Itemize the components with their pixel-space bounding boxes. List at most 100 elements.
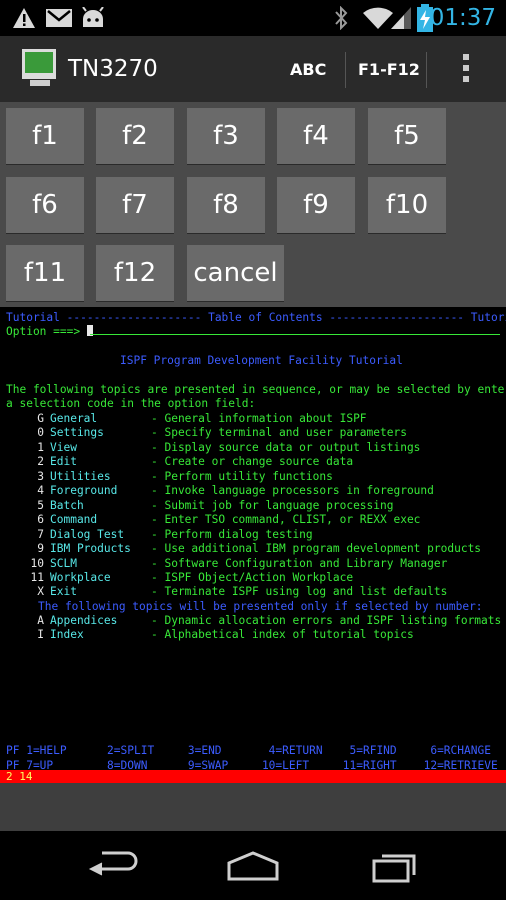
f11-key[interactable]: f11 bbox=[6, 245, 84, 301]
warning-icon bbox=[13, 8, 35, 28]
f1-key[interactable]: f1 bbox=[6, 108, 84, 164]
topic-code: I bbox=[37, 628, 44, 642]
option-label: Option ===> bbox=[6, 325, 81, 338]
topic-name: View bbox=[50, 440, 77, 454]
topic-name: Dialog Test bbox=[50, 527, 125, 541]
option-field[interactable]: Option ===> bbox=[6, 325, 93, 339]
gmail-icon bbox=[46, 9, 72, 27]
topic-code: G bbox=[37, 412, 44, 425]
extra-topic-row[interactable]: I Index - Alphabetical index of tutorial t… bbox=[6, 628, 414, 642]
topic-name: Utilities bbox=[50, 469, 111, 483]
topic-code: 7 bbox=[37, 527, 44, 541]
topic-row[interactable]: G General - General information about ISPF bbox=[6, 412, 366, 426]
extra-topic-row[interactable]: A Appendices - Dynamic allocation errors a… bbox=[6, 614, 501, 628]
intro-line-1: The following topics are presented in se… bbox=[6, 383, 506, 396]
cancel-key[interactable]: cancel bbox=[187, 245, 284, 301]
f7-key[interactable]: f7 bbox=[96, 177, 174, 233]
abc-keyboard-button[interactable]: ABC bbox=[290, 58, 326, 82]
topic-name: SCLM bbox=[50, 556, 77, 570]
topic-description: - Alphabetical index of tutorial topics bbox=[151, 628, 414, 642]
topic-name: General bbox=[50, 412, 98, 425]
terminal-screen[interactable]: Tutorial -------------------- Table of C… bbox=[0, 307, 506, 772]
topic-name: Index bbox=[50, 628, 84, 642]
f12-key[interactable]: f12 bbox=[96, 245, 174, 301]
topic-row[interactable]: 11 Workplace - ISPF Object/Action Workplac… bbox=[6, 570, 354, 585]
android-debug-icon bbox=[82, 7, 104, 27]
f9-key[interactable]: f9 bbox=[277, 177, 355, 233]
topic-name: Exit bbox=[50, 585, 77, 599]
topic-code: A bbox=[37, 614, 44, 627]
divider bbox=[345, 52, 346, 88]
option-input-underline bbox=[90, 334, 500, 335]
topic-description: - Create or change source data bbox=[151, 455, 354, 469]
app-title: TN3270 bbox=[68, 56, 158, 82]
input-bar bbox=[0, 783, 506, 831]
topic-code: 1 bbox=[37, 440, 44, 454]
topic-description: - ISPF Object/Action Workplace bbox=[151, 570, 354, 584]
cursor-position: 2 14 bbox=[6, 770, 33, 783]
topic-row[interactable]: 1 View - Display source data or output lis… bbox=[6, 441, 420, 455]
topic-name: Appendices bbox=[50, 614, 118, 627]
topic-row[interactable]: 2 Edit - Create or change source data bbox=[6, 455, 353, 469]
topic-name: Settings bbox=[50, 426, 104, 440]
pf-keys-line-1: PF 1=HELP 2=SPLIT 3=END 4=RETURN 5=RFIND… bbox=[6, 744, 491, 757]
f8-key[interactable]: f8 bbox=[187, 177, 265, 233]
topic-code: 2 bbox=[37, 455, 44, 469]
topic-description: - Specify terminal and user parameters bbox=[151, 426, 407, 440]
topic-name: Workplace bbox=[50, 570, 111, 584]
bluetooth-icon bbox=[335, 6, 348, 30]
function-keys-button[interactable]: F1-F12 bbox=[358, 58, 420, 82]
status-bar: 01:37 bbox=[0, 0, 506, 36]
selection-note: The following topics will be presented o… bbox=[38, 600, 483, 613]
topic-description: - Use additional IBM program development… bbox=[151, 542, 482, 556]
topic-name: Foreground bbox=[50, 484, 118, 498]
topic-description: - Enter TSO command, CLIST, or REXX exec bbox=[151, 513, 421, 527]
operator-info-area: 2 14 bbox=[0, 770, 506, 783]
topic-row[interactable]: 9 IBM Products - Use additional IBM progra… bbox=[6, 542, 481, 556]
intro-line-2: a selection code in the option field: bbox=[6, 397, 256, 410]
topic-row[interactable]: 6 Command - Enter TSO command, CLIST, or R… bbox=[6, 513, 420, 527]
navigation-bar bbox=[0, 831, 506, 900]
topic-code: X bbox=[37, 585, 44, 599]
f6-key[interactable]: f6 bbox=[6, 177, 84, 233]
topic-description: - Display source data or output listings bbox=[151, 440, 421, 454]
topic-description: - Software Configuration and Library Man… bbox=[151, 556, 448, 570]
topic-code: 6 bbox=[37, 513, 44, 527]
topic-description: - Invoke language processors in foregrou… bbox=[151, 484, 434, 498]
topic-row[interactable]: 4 Foreground - Invoke language processors … bbox=[6, 484, 434, 498]
topic-description: - Perform dialog testing bbox=[151, 527, 313, 541]
function-keypad: f1 f2 f3 f4 f5 f6 f7 f8 f9 f10 f11 f12 c… bbox=[0, 102, 506, 307]
topic-description: - Submit job for language processing bbox=[151, 498, 394, 512]
overflow-menu-icon[interactable] bbox=[462, 54, 470, 86]
recent-apps-icon[interactable] bbox=[366, 845, 426, 887]
topic-row[interactable]: X Exit - Terminate ISPF using log and list… bbox=[6, 585, 447, 599]
topic-description: - Dynamic allocation errors and ISPF lis… bbox=[151, 614, 502, 627]
home-icon[interactable] bbox=[223, 845, 283, 887]
topic-row[interactable]: 0 Settings - Specify terminal and user par… bbox=[6, 426, 407, 440]
topic-row[interactable]: 5 Batch - Submit job for language processi… bbox=[6, 499, 393, 513]
topic-description: - Terminate ISPF using log and list defa… bbox=[151, 585, 448, 599]
topic-code: 4 bbox=[37, 484, 44, 498]
back-icon[interactable] bbox=[82, 845, 142, 887]
f2-key[interactable]: f2 bbox=[96, 108, 174, 164]
topic-code: 11 bbox=[30, 570, 44, 584]
signal-icon bbox=[391, 7, 411, 29]
topic-name: Batch bbox=[50, 498, 84, 512]
divider bbox=[426, 52, 427, 88]
topic-code: 9 bbox=[37, 542, 44, 556]
clock: 01:37 bbox=[429, 5, 496, 31]
topic-row[interactable]: 7 Dialog Test - Perform dialog testing bbox=[6, 527, 313, 542]
topic-code: 0 bbox=[37, 426, 44, 440]
f3-key[interactable]: f3 bbox=[187, 108, 265, 164]
topic-row[interactable]: 3 Utilities - Perform utility functions bbox=[6, 470, 333, 484]
f4-key[interactable]: f4 bbox=[277, 108, 355, 164]
topic-name: Edit bbox=[50, 455, 77, 469]
topic-name: IBM Products bbox=[50, 542, 131, 556]
topic-code: 5 bbox=[37, 498, 44, 512]
topic-description: - Perform utility functions bbox=[151, 469, 333, 483]
f5-key[interactable]: f5 bbox=[368, 108, 446, 164]
topic-row[interactable]: 10 SCLM - Software Configuration and Libra… bbox=[6, 556, 448, 571]
panel-header: Tutorial -------------------- Table of C… bbox=[6, 311, 506, 324]
topic-code: 10 bbox=[30, 556, 44, 570]
f10-key[interactable]: f10 bbox=[368, 177, 446, 233]
